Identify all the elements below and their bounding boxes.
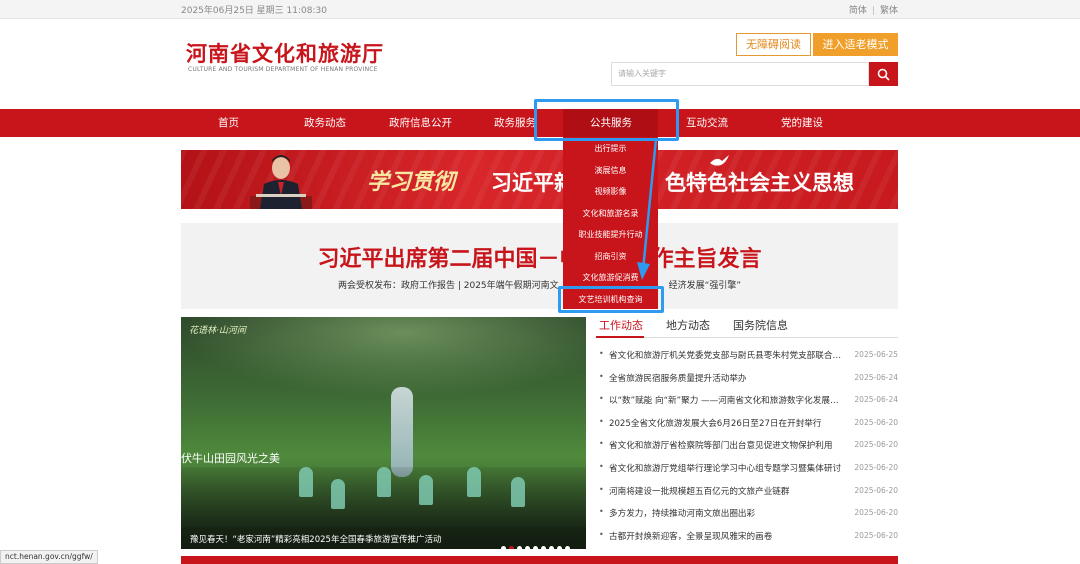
search-button[interactable] xyxy=(869,62,898,86)
lang-separator: | xyxy=(871,6,875,16)
tab-local-news[interactable]: 地方动态 xyxy=(666,317,710,333)
search-icon xyxy=(877,68,890,81)
news-date: 2025-06-20 xyxy=(854,440,898,450)
language-switch: 简体 | 繁体 xyxy=(849,3,898,16)
news-date: 2025-06-24 xyxy=(854,395,898,405)
news-title[interactable]: 全省旅游民宿服务质量提升活动举办 xyxy=(609,372,847,384)
active-tab-underline xyxy=(596,336,644,338)
dancer-figure xyxy=(511,477,525,507)
news-date: 2025-06-25 xyxy=(854,350,898,359)
elder-mode-button[interactable]: 进入适老模式 xyxy=(813,33,898,56)
site-title[interactable]: 河南省文化和旅游厅 xyxy=(186,38,384,68)
news-date: 2025-06-20 xyxy=(854,462,898,472)
dancer-figure xyxy=(467,467,481,497)
slider-dot[interactable] xyxy=(533,546,538,549)
slider-dot[interactable] xyxy=(541,546,546,549)
headline-title[interactable]: 习近平出席第二届中国－中 工作主旨发言 xyxy=(181,241,898,273)
nav-party-building[interactable]: 党的建设 xyxy=(781,109,823,137)
slider-dot[interactable] xyxy=(557,546,562,549)
bullet-icon: • xyxy=(599,371,604,381)
annotation-arrow-icon xyxy=(637,138,658,280)
slider-dot-active[interactable] xyxy=(509,546,514,549)
news-item[interactable]: • 省文化和旅游厅党组举行理论学习中心组专题学习暨集体研讨 2025-06-20 xyxy=(599,460,898,483)
news-item[interactable]: • 以“数”赋能 向“新”聚力 ——河南省文化和旅游数字化发展大会举行 2025-0… xyxy=(599,392,898,415)
speaker-image xyxy=(250,155,312,209)
bullet-icon: • xyxy=(599,461,604,471)
slider-caption[interactable]: 豫见春天！“老家河南”精彩亮相2025年全国春季旅游宣传推广活动 xyxy=(190,533,441,545)
slider-dots xyxy=(501,536,573,549)
dancer-figure xyxy=(377,467,391,497)
news-item[interactable]: • 河南将建设一批规模超五百亿元的文旅产业链群 2025-06-20 xyxy=(599,483,898,506)
search-input[interactable]: 请输入关键字 xyxy=(611,62,869,86)
news-title[interactable]: 多方发力，持续推动河南文旅出圈出彩 xyxy=(609,507,847,519)
bullet-icon: • xyxy=(599,394,604,404)
traditional-chinese-link[interactable]: 繁体 xyxy=(880,6,898,16)
bullet-icon: • xyxy=(599,507,604,517)
site-subtitle: CULTURE AND TOURISM DEPARTMENT OF HENAN … xyxy=(188,66,378,73)
slogan-banner[interactable]: 学习贯彻 习近平新 色特色社会主义思想 xyxy=(181,150,898,209)
bullet-icon: • xyxy=(599,484,604,494)
nav-home[interactable]: 首页 xyxy=(218,109,239,137)
nav-highlight-box xyxy=(534,99,679,141)
bullet-icon: • xyxy=(599,349,604,358)
nav-gov-info-disclosure[interactable]: 政府信息公开 xyxy=(389,109,452,137)
news-title[interactable]: 古都开封焕新迎客，全景呈现风雅宋的画卷 xyxy=(609,530,847,542)
simplified-chinese-link[interactable]: 简体 xyxy=(849,6,867,16)
news-title[interactable]: 2025全省文化旅游发展大会6月26日至27日在开封举行 xyxy=(609,417,847,429)
photo-overlay-tag: 花语林·山河间 xyxy=(189,326,246,336)
dancer-figure xyxy=(331,479,345,509)
top-bar: 2025年06月25日 星期三 11:08:30 简体 | 繁体 xyxy=(0,0,1080,19)
banner-calligraphy: 学习贯彻 xyxy=(367,169,456,195)
news-list: • 省文化和旅游厅机关党委党支部与尉氏县枣朱村党支部联合开展主题党日活动 2025-… xyxy=(599,347,898,550)
slider-dot[interactable] xyxy=(501,546,506,549)
status-bar-url: nct.henan.gov.cn/ggfw/ xyxy=(0,550,98,564)
tab-state-council-info[interactable]: 国务院信息 xyxy=(733,317,788,333)
news-item[interactable]: • 古都开封焕新迎客，全景呈现风雅宋的画卷 2025-06-20 xyxy=(599,528,898,551)
headline-block[interactable]: 习近平出席第二届中国－中 工作主旨发言 两会受权发布：政府工作报告 | 2025年… xyxy=(181,223,898,309)
news-title[interactable]: 省文化和旅游厅省检察院等部门出台意见促进文物保护利用 xyxy=(609,439,847,451)
news-title[interactable]: 以“数”赋能 向“新”聚力 ——河南省文化和旅游数字化发展大会举行 xyxy=(609,394,847,406)
news-date: 2025-06-24 xyxy=(854,372,898,382)
nav-gov-services[interactable]: 政务服务 xyxy=(494,109,536,137)
slider-dot[interactable] xyxy=(565,546,570,549)
nav-government-news[interactable]: 政务动态 xyxy=(304,109,346,137)
nav-interaction[interactable]: 互动交流 xyxy=(686,109,728,137)
news-item[interactable]: • 省文化和旅游厅省检察院等部门出台意见促进文物保护利用 2025-06-20 xyxy=(599,437,898,460)
bullet-icon: • xyxy=(599,416,604,426)
photo-slider[interactable]: 花语林·山河间 伏牛山田园风光之美 豫见春天！“老家河南”精彩亮相2025年全国… xyxy=(181,317,586,549)
headline-subtitle[interactable]: 两会受权发布：政府工作报告 | 2025年端午假期河南文 经济发展“强引擎” xyxy=(181,278,898,291)
news-title[interactable]: 省文化和旅游厅党组举行理论学习中心组专题学习暨集体研讨 xyxy=(609,462,847,474)
news-date: 2025-06-20 xyxy=(854,485,898,495)
accessible-reading-button[interactable]: 无障碍阅读 xyxy=(736,33,811,56)
photo-waterfall xyxy=(391,387,413,477)
dancer-figure xyxy=(299,467,313,497)
dancer-figure xyxy=(419,475,433,505)
bottom-strip xyxy=(181,556,898,564)
news-title[interactable]: 河南将建设一批规模超五百亿元的文旅产业链群 xyxy=(609,485,847,497)
news-item[interactable]: • 全省旅游民宿服务质量提升活动举办 2025-06-24 xyxy=(599,370,898,393)
slider-dot[interactable] xyxy=(525,546,530,549)
banner-slogan-right: 色特色社会主义思想 xyxy=(665,171,854,195)
news-date: 2025-06-20 xyxy=(854,417,898,427)
news-date: 2025-06-20 xyxy=(854,508,898,518)
item-highlight-box xyxy=(558,286,664,313)
news-item[interactable]: • 多方发力，持续推动河南文旅出圈出彩 2025-06-20 xyxy=(599,505,898,528)
tab-work-news[interactable]: 工作动态 xyxy=(599,317,643,333)
bullet-icon: • xyxy=(599,529,604,539)
news-date: 2025-06-20 xyxy=(854,530,898,540)
news-title[interactable]: 省文化和旅游厅机关党委党支部与尉氏县枣朱村党支部联合开展主题党日活动 xyxy=(609,349,847,361)
news-item[interactable]: • 2025全省文化旅游发展大会6月26日至27日在开封举行 2025-06-20 xyxy=(599,415,898,438)
news-item[interactable]: • 省文化和旅游厅机关党委党支部与尉氏县枣朱村党支部联合开展主题党日活动 2025-… xyxy=(599,347,898,370)
slider-dot[interactable] xyxy=(549,546,554,549)
bullet-icon: • xyxy=(599,439,604,449)
slider-dot[interactable] xyxy=(517,546,522,549)
current-date: 2025年06月25日 星期三 11:08:30 xyxy=(181,6,327,16)
dove-icon xyxy=(710,155,729,166)
photo-overlay-script: 伏牛山田园风光之美 xyxy=(181,452,280,465)
